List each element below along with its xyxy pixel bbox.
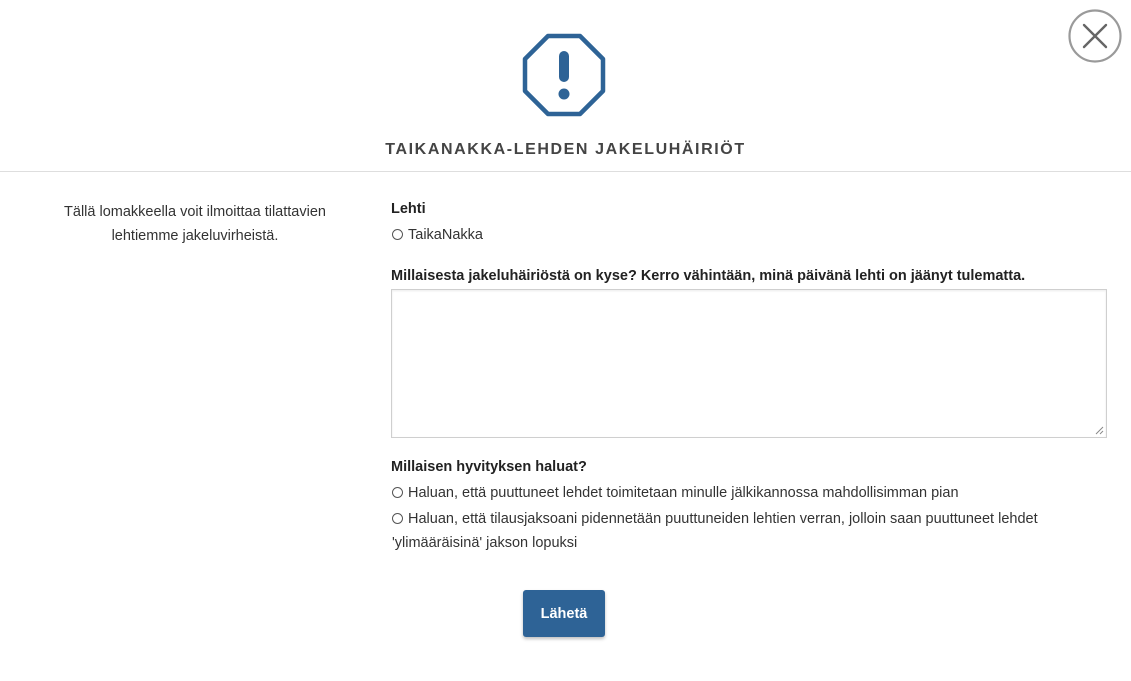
header-divider <box>0 171 1131 172</box>
close-button[interactable] <box>1068 9 1122 63</box>
exclamation-octagon-icon <box>522 33 606 117</box>
close-circle-icon <box>1068 9 1122 63</box>
radio-button[interactable] <box>392 513 403 524</box>
issue-label: Millaisesta jakeluhäiriöstä on kyse? Ker… <box>391 268 1026 284</box>
intro-text: Tällä lomakkeella voit ilmoittaa tilatta… <box>64 204 326 244</box>
paper-option-taikanakka[interactable]: TaikaNakka <box>392 223 483 247</box>
compensation-option-extend[interactable]: Haluan, että tilausjaksoani pidennetään … <box>392 507 1112 555</box>
paper-option-label: TaikaNakka <box>408 227 483 243</box>
submit-button[interactable]: Lähetä <box>523 590 605 637</box>
radio-button[interactable] <box>392 229 403 240</box>
compensation-option-redelivery[interactable]: Haluan, että puuttuneet lehdet toimiteta… <box>392 481 1112 505</box>
paper-label: Lehti <box>391 201 426 217</box>
page-title: TAIKANAKKA-LEHDEN JAKELUHÄIRIÖT <box>385 141 746 158</box>
feedback-dialog: TAIKANAKKA-LEHDEN JAKELUHÄIRIÖT Tällä lo… <box>0 0 1131 681</box>
issue-textarea[interactable] <box>391 289 1107 438</box>
compensation-option-label: Haluan, että puuttuneet lehdet toimiteta… <box>408 485 959 501</box>
radio-button[interactable] <box>392 487 403 498</box>
compensation-label: Millaisen hyvityksen haluat? <box>391 459 587 475</box>
compensation-option-label: Haluan, että tilausjaksoani pidennetään … <box>392 511 1038 551</box>
resize-grip-icon[interactable] <box>1094 425 1104 435</box>
